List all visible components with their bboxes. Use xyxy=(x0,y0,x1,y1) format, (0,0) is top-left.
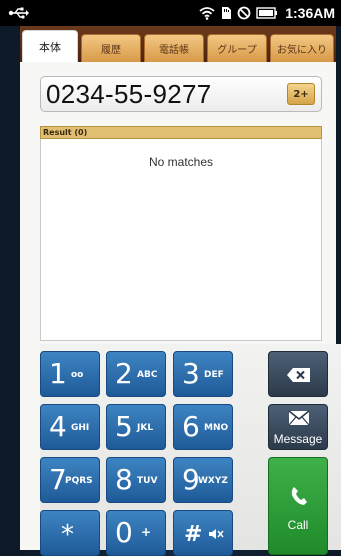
clock: 1:36AM xyxy=(285,5,335,21)
tab-history[interactable]: 履歴 xyxy=(81,34,141,62)
key-digit: # xyxy=(184,522,203,547)
key-4[interactable]: 4 GHI xyxy=(40,404,100,450)
phone-icon xyxy=(291,487,307,505)
sd-card-icon xyxy=(222,7,232,19)
key-digit: 3 xyxy=(182,357,200,390)
tab-favorites[interactable]: お気に入り xyxy=(270,34,334,62)
tab-groups[interactable]: グループ xyxy=(207,34,267,62)
key-digit: 5 xyxy=(115,410,133,443)
envelope-icon xyxy=(288,410,310,426)
key-9[interactable]: 9 WXYZ xyxy=(173,457,233,503)
key-letters: DEF xyxy=(204,370,224,380)
key-digit: 1 xyxy=(49,357,67,390)
key-letters: PQRS xyxy=(65,476,93,486)
tab-label: お気に入り xyxy=(277,45,327,56)
key-star[interactable]: * xyxy=(40,510,100,556)
call-label: Call xyxy=(287,518,309,532)
call-button[interactable]: Call xyxy=(268,457,328,555)
tab-label: 履歴 xyxy=(101,45,121,56)
tab-label: グループ xyxy=(217,45,257,56)
dialer-app: 本体 履歴 電話帳 グループ お気に入り 0234-55-9277 2+ Res… xyxy=(20,26,341,556)
backspace-icon xyxy=(287,368,310,382)
key-2[interactable]: 2 ABC xyxy=(106,351,166,397)
key-3[interactable]: 3 DEF xyxy=(173,351,233,397)
key-0[interactable]: 0 + xyxy=(106,510,166,556)
voicemail-icon: oo xyxy=(71,370,84,380)
tab-label: 本体 xyxy=(39,40,61,54)
message-button[interactable]: Message xyxy=(268,404,328,450)
wifi-icon xyxy=(199,7,215,20)
tab-bar: 本体 履歴 電話帳 グループ お気に入り xyxy=(20,26,336,62)
result-list[interactable]: No matches xyxy=(40,139,322,341)
key-letters: GHI xyxy=(71,423,90,433)
mute-icon xyxy=(209,529,224,539)
number-display[interactable]: 0234-55-9277 2+ xyxy=(40,76,322,112)
key-5[interactable]: 5 JKL xyxy=(106,404,166,450)
key-hash[interactable]: # xyxy=(173,510,233,556)
key-1[interactable]: 1 oo xyxy=(40,351,100,397)
battery-icon xyxy=(256,7,278,19)
key-digit: 0 xyxy=(115,516,133,549)
empty-result-text: No matches xyxy=(148,155,214,169)
usb-icon xyxy=(8,7,29,19)
no-sim-icon xyxy=(237,6,251,20)
tab-phonebook[interactable]: 電話帳 xyxy=(144,34,204,62)
result-header: Result (0) xyxy=(40,126,322,139)
tab-label: 電話帳 xyxy=(159,45,189,56)
key-letters: WXYZ xyxy=(198,476,228,486)
key-6[interactable]: 6 MNO xyxy=(173,404,233,450)
add-contact-button[interactable]: 2+ xyxy=(287,83,315,105)
key-letters: + xyxy=(141,525,152,539)
key-digit: 8 xyxy=(115,463,133,496)
status-bar: 1:36AM xyxy=(0,0,341,26)
key-digit: 6 xyxy=(182,410,200,443)
key-letters: ABC xyxy=(137,370,158,380)
key-8[interactable]: 8 TUV xyxy=(106,457,166,503)
key-digit: * xyxy=(61,520,74,550)
add-contact-icon: 2+ xyxy=(293,88,309,100)
key-digit: 4 xyxy=(49,410,67,443)
keypad: 1 oo 2 ABC 3 DEF 4 GHI 5 JKL 6 MNO Messa… xyxy=(40,344,341,556)
dialed-number: 0234-55-9277 xyxy=(46,79,212,109)
backspace-button[interactable] xyxy=(268,351,328,397)
key-letters: TUV xyxy=(137,476,158,486)
message-label: Message xyxy=(273,432,323,446)
key-letters: JKL xyxy=(137,423,154,433)
tab-keypad[interactable]: 本体 xyxy=(22,30,78,62)
key-7[interactable]: 7 PQRS xyxy=(40,457,100,503)
key-letters: MNO xyxy=(204,423,229,433)
key-digit: 2 xyxy=(115,357,133,390)
